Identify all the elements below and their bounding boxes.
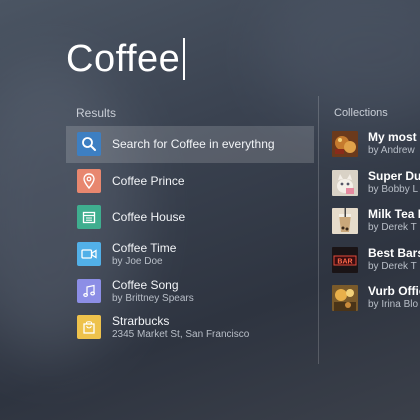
result-strarbucks[interactable]: Strarbucks 2345 Market St, San Francisco bbox=[66, 309, 314, 346]
search-query-text[interactable]: Coffee bbox=[66, 34, 180, 84]
video-icon bbox=[77, 242, 101, 267]
collection-author: by Derek T bbox=[368, 260, 417, 272]
result-title: Strarbucks bbox=[112, 314, 170, 329]
food-photo-thumbnail bbox=[332, 131, 358, 157]
collection-title: Vurb Offic bbox=[368, 284, 420, 298]
bar-sign-photo-thumbnail: BAR bbox=[332, 246, 358, 273]
result-title: Search for Coffee in everythng bbox=[112, 137, 275, 152]
result-subtitle: 2345 Market St, San Francisco bbox=[112, 329, 250, 341]
results-heading: Results bbox=[76, 106, 117, 120]
result-search-everything[interactable]: Search for Coffee in everythng bbox=[66, 126, 314, 163]
collection-author: by Bobby L bbox=[368, 183, 419, 195]
collection-item[interactable]: My most f by Andrew bbox=[332, 128, 420, 167]
result-coffee-song[interactable]: Coffee Song by Brittney Spears bbox=[66, 272, 314, 309]
collection-author: by Derek T bbox=[368, 222, 417, 233]
result-title: Coffee Prince bbox=[112, 173, 185, 188]
collections-heading: Collections bbox=[334, 107, 388, 119]
shopping-bag-icon bbox=[77, 315, 101, 340]
collections-list: My most f by Andrew Super Dup by Bobby L… bbox=[332, 128, 420, 321]
column-divider bbox=[318, 96, 319, 364]
result-title: Coffee House bbox=[112, 210, 186, 225]
collection-author: by Andrew bbox=[368, 145, 415, 156]
collection-item[interactable]: BAR Best Bars by Derek T bbox=[332, 244, 420, 283]
collection-title: Best Bars bbox=[368, 245, 420, 260]
result-coffee-house[interactable]: Coffee House bbox=[66, 199, 314, 236]
kitten-photo-thumbnail bbox=[332, 169, 358, 196]
collection-item[interactable]: Vurb Offic by Irina Blo bbox=[332, 282, 420, 321]
result-title: Coffee Time bbox=[112, 241, 177, 256]
result-subtitle: by Joe Doe bbox=[112, 256, 163, 268]
location-pin-icon bbox=[77, 168, 101, 193]
results-list: Search for Coffee in everythng Coffee Pr… bbox=[66, 126, 314, 346]
milk-tea-photo-thumbnail bbox=[332, 208, 358, 234]
search-icon bbox=[77, 132, 101, 157]
result-subtitle: by Brittney Spears bbox=[112, 292, 194, 304]
collection-title: My most f bbox=[368, 130, 420, 144]
collection-author: by Irina Blo bbox=[368, 299, 419, 310]
collection-item[interactable]: Super Dup by Bobby L bbox=[332, 167, 420, 206]
result-coffee-prince[interactable]: Coffee Prince bbox=[66, 163, 314, 200]
music-icon bbox=[77, 278, 101, 303]
text-caret bbox=[183, 38, 186, 80]
office-photo-thumbnail bbox=[332, 285, 358, 311]
search-query[interactable]: Coffee bbox=[66, 34, 186, 84]
collection-title: Milk Tea F bbox=[368, 207, 420, 221]
collection-title: Super Dup bbox=[368, 168, 420, 183]
collection-item[interactable]: Milk Tea F by Derek T bbox=[332, 205, 420, 244]
result-coffee-time[interactable]: Coffee Time by Joe Doe bbox=[66, 236, 314, 273]
svg-text:BAR: BAR bbox=[337, 258, 352, 265]
calendar-icon bbox=[77, 205, 101, 230]
result-title: Coffee Song bbox=[112, 277, 179, 292]
